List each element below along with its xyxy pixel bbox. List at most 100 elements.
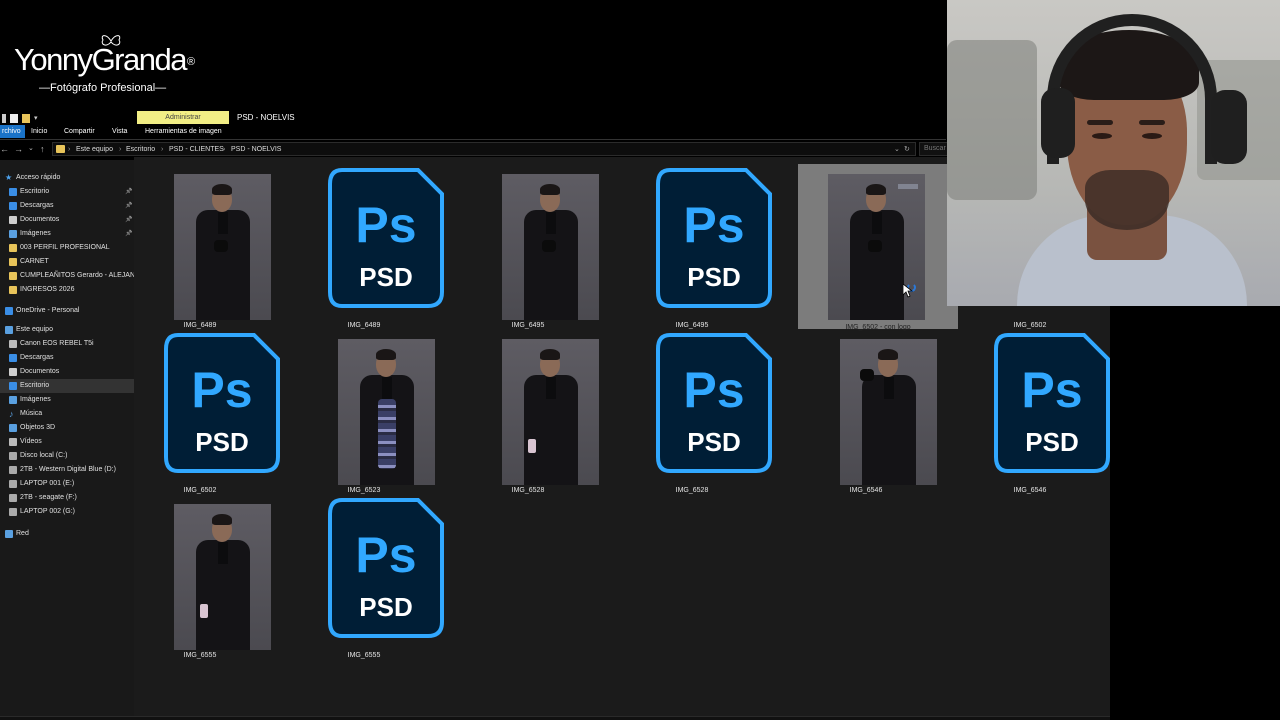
psd-file-tile[interactable]: Ps PSD IMG_6489	[298, 164, 444, 329]
chevron-down-icon[interactable]: ⌄	[894, 145, 900, 153]
psd-icon-caption: PSD	[1025, 427, 1078, 457]
image-file-tile[interactable]: IMG_6528	[462, 329, 599, 494]
pin-icon: 📌	[125, 203, 133, 209]
breadcrumb-psd-clientes[interactable]: PSD - CLIENTES	[169, 146, 224, 153]
nav-item[interactable]: Descargas 📌	[0, 199, 134, 213]
folder-icon	[9, 244, 17, 252]
breadcrumb-desktop[interactable]: Escritorio	[126, 146, 155, 153]
nav-item[interactable]: Imágenes	[0, 393, 134, 407]
mouse-cursor-icon	[903, 284, 913, 298]
forward-arrow-icon[interactable]: →	[14, 144, 24, 154]
folder-icon	[9, 258, 17, 266]
nav-item[interactable]: 2TB - Western Digital Blue (D:)	[0, 463, 134, 477]
psd-file-tile[interactable]: Ps PSD IMG_6546	[964, 329, 1110, 494]
image-file-tile[interactable]: IMG_6495	[462, 164, 599, 329]
nav-item[interactable]: Imágenes 📌	[0, 227, 134, 241]
star-icon: ★	[5, 173, 13, 182]
address-row: ← → ⌄ ↑ › Este equipo › Escritorio › PSD…	[0, 141, 946, 157]
back-arrow-icon[interactable]: ←	[0, 144, 10, 154]
tab-share[interactable]: Compartir	[64, 125, 95, 138]
webcam-overlay	[947, 0, 1280, 306]
background-shape	[947, 40, 1037, 200]
customize-toolbar-icon[interactable]: ▾	[34, 114, 42, 123]
nav-item[interactable]: Vídeos	[0, 435, 134, 449]
download-icon	[9, 354, 17, 362]
image-file-tile[interactable]: IMG_6523	[298, 329, 435, 494]
music-icon: ♪	[9, 409, 14, 419]
thumbnail-detail	[212, 184, 232, 195]
thumbnail-detail	[212, 514, 232, 525]
thumbnail-detail	[376, 349, 396, 360]
nav-item[interactable]: 2TB - seagate (F:)	[0, 491, 134, 505]
tab-view[interactable]: Vista	[112, 125, 127, 138]
video-icon	[9, 438, 17, 446]
tab-file[interactable]: rchivo	[0, 125, 25, 138]
nav-item[interactable]: CUMPLEAÑITOS Gerardo - ALEJANDRO	[0, 269, 134, 283]
recent-locations-icon[interactable]: ⌄	[28, 144, 38, 154]
thumbnail-detail	[542, 240, 556, 252]
nav-item[interactable]: LAPTOP 001 (E:)	[0, 477, 134, 491]
new-folder-icon[interactable]	[22, 114, 30, 123]
photo-thumbnail	[502, 174, 599, 320]
tab-image-tools[interactable]: Herramientas de imagen	[145, 125, 222, 138]
nav-item-label: Escritorio	[20, 188, 50, 195]
new-file-icon[interactable]	[10, 114, 18, 123]
refresh-icon[interactable]: ↻	[904, 145, 910, 153]
image-file-tile[interactable]: IMG_6489	[134, 164, 271, 329]
thumbnail-detail	[868, 240, 882, 252]
file-name-label: IMG_6502	[1013, 322, 1047, 329]
psd-file-tile[interactable]: Ps PSD IMG_6502	[134, 329, 280, 494]
nav-item[interactable]: Red	[0, 527, 134, 541]
nav-item[interactable]: CARNET	[0, 255, 134, 269]
nav-item[interactable]: INGRESOS 2026	[0, 283, 134, 297]
breadcrumb-this-pc[interactable]: Este equipo	[76, 146, 113, 153]
photo-thumbnail	[174, 504, 271, 650]
up-arrow-icon[interactable]: ↑	[40, 144, 50, 154]
nav-item[interactable]: ★ Acceso rápido	[0, 171, 134, 185]
image-file-tile[interactable]: IMG_6546	[800, 329, 937, 494]
psd-icon-mark: Ps	[683, 197, 744, 253]
tab-home[interactable]: Inicio	[31, 125, 47, 138]
nav-item[interactable]: Disco local (C:)	[0, 449, 134, 463]
nav-item[interactable]: Documentos 📌	[0, 213, 134, 227]
nav-item[interactable]: Escritorio 📌	[0, 185, 134, 199]
thumbnail-detail	[884, 377, 894, 399]
file-name-label: IMG_6546	[849, 487, 883, 494]
psd-file-tile[interactable]: Ps PSD IMG_6528	[626, 329, 772, 494]
thumbnail-detail	[546, 212, 556, 234]
nav-item[interactable]: Canon EOS REBEL T5i	[0, 337, 134, 351]
thumbnail-detail	[860, 369, 874, 381]
nav-item[interactable]: OneDrive - Personal	[0, 304, 134, 318]
image-file-tile[interactable]: IMG_6502 - con logo	[798, 164, 958, 331]
folder-icon	[9, 286, 17, 294]
nav-item-label: CARNET	[20, 258, 49, 265]
search-input[interactable]: Buscar	[919, 142, 949, 156]
cube-icon	[9, 424, 17, 432]
window-title: PSD - NOELVIS	[237, 113, 295, 122]
psd-file-tile[interactable]: Ps PSD IMG_6495	[626, 164, 772, 329]
nav-item[interactable]: Este equipo	[0, 323, 134, 337]
nav-item-label: CUMPLEAÑITOS Gerardo - ALEJANDRO	[20, 272, 134, 279]
nav-item[interactable]: LAPTOP 002 (G:)	[0, 505, 134, 519]
psd-file-tile[interactable]: Ps PSD IMG_6555	[298, 494, 444, 659]
nav-item-label: Descargas	[20, 354, 54, 361]
desktop-icon	[9, 382, 17, 390]
thumbnail-detail	[378, 399, 396, 469]
breadcrumb-psd-noelvis[interactable]: PSD - NOELVIS	[231, 146, 281, 153]
nav-item[interactable]: ♪ Música	[0, 407, 134, 421]
nav-item[interactable]: Objetos 3D	[0, 421, 134, 435]
nav-item[interactable]: 003 PERFIL PROFESIONAL	[0, 241, 134, 255]
image-file-tile[interactable]: IMG_6555	[134, 494, 271, 659]
photoshop-file-icon: Ps PSD	[656, 333, 772, 473]
nav-item[interactable]: Documentos	[0, 365, 134, 379]
brand-tagline: —Fotógrafo Profesional—	[39, 82, 167, 94]
nav-item-label: 003 PERFIL PROFESIONAL	[20, 244, 110, 251]
nav-item[interactable]: Descargas	[0, 351, 134, 365]
thumbnail-detail	[540, 349, 560, 360]
properties-icon[interactable]	[2, 114, 6, 123]
nav-item-label: Este equipo	[16, 326, 53, 333]
context-tab-admin[interactable]: Administrar	[137, 111, 229, 124]
pictures-icon	[9, 396, 17, 404]
cloud-icon	[5, 307, 13, 315]
nav-item[interactable]: Escritorio	[0, 379, 134, 393]
